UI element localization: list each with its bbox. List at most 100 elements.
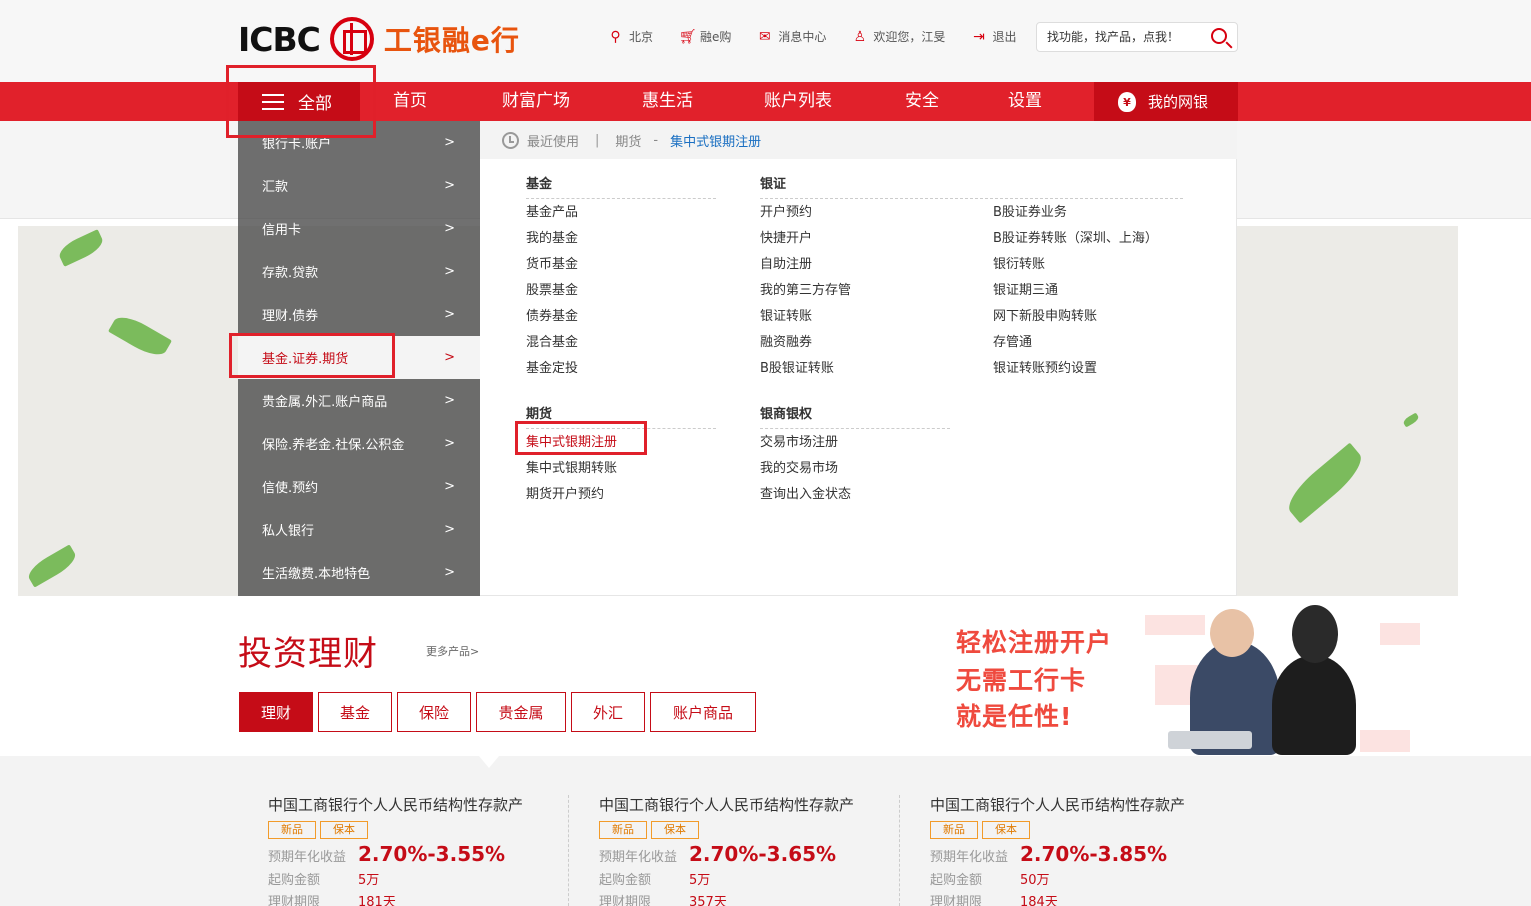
submenu-link[interactable]: 存管通 — [993, 331, 1032, 350]
logo-text-en: ICBC — [238, 19, 321, 59]
user-icon: ♙ — [853, 28, 867, 45]
category-label: 理财.债券 — [262, 309, 319, 324]
nav-wealth-square[interactable]: 财富广场 — [502, 82, 570, 121]
tab-account-commodity[interactable]: 账户商品 — [650, 692, 756, 732]
location-link[interactable]: ⚲ 北京 — [608, 28, 653, 45]
badge-guaranteed: 保本 — [651, 821, 699, 839]
message-center-link[interactable]: ✉ 消息中心 — [757, 28, 826, 45]
nav-home[interactable]: 首页 — [393, 82, 427, 121]
nav-my-ebank[interactable]: ¥ 我的网银 — [1094, 82, 1238, 121]
submenu-link[interactable]: 股票基金 — [526, 279, 578, 298]
rate-label: 预期年化收益 — [930, 850, 1009, 865]
submenu-link[interactable]: 查询出入金状态 — [760, 483, 851, 502]
submenu-link[interactable]: B股银证转账 — [760, 357, 834, 376]
logo-text-cn: 工银融e行 — [383, 24, 520, 57]
submenu-link[interactable]: 自助注册 — [760, 253, 812, 272]
term-value: 181天 — [358, 895, 396, 906]
submenu-link[interactable]: 我的基金 — [526, 227, 578, 246]
category-item[interactable]: 银行卡.账户 > — [238, 121, 480, 164]
nav-all-label: 全部 — [298, 94, 332, 114]
tab-fund[interactable]: 基金 — [318, 692, 392, 732]
product-card[interactable]: 中国工商银行个人人民币结构性存款产 新品 保本 预期年化收益 2.70%-3.85… — [930, 794, 1240, 906]
submenu-link[interactable]: 开户预约 — [760, 201, 812, 220]
category-menu: 银行卡.账户 > 汇款 > 信用卡 > 存款.贷款 > 理财.债券 > 基金.证券.期货 >… — [238, 121, 480, 596]
submenu-link[interactable]: 集中式银期转账 — [526, 457, 617, 476]
search-icon[interactable] — [1211, 28, 1227, 44]
category-item[interactable]: 汇款 > — [238, 164, 480, 207]
chevron-right-icon: > — [444, 479, 455, 494]
category-item[interactable]: 贵金属.外汇.账户商品 > — [238, 379, 480, 422]
leaf-decoration — [108, 310, 172, 362]
nav-life[interactable]: 惠生活 — [642, 82, 693, 121]
tab-insurance[interactable]: 保险 — [397, 692, 471, 732]
product-card[interactable]: 中国工商银行个人人民币结构性存款产 新品 保本 预期年化收益 2.70%-3.55… — [268, 794, 578, 906]
promo-banner[interactable]: 轻松注册开户 无需工行卡 就是任性! — [950, 605, 1420, 755]
nav-account-list[interactable]: 账户列表 — [764, 82, 832, 121]
submenu-link[interactable]: B股证券转账（深圳、上海） — [993, 227, 1158, 246]
category-item[interactable]: 信用卡 > — [238, 207, 480, 250]
category-item[interactable]: 保险.养老金.社保.公积金 > — [238, 422, 480, 465]
term-label: 理财期限 — [268, 895, 321, 906]
submenu-link[interactable]: 基金定投 — [526, 357, 578, 376]
nav-settings[interactable]: 设置 — [1008, 82, 1042, 121]
min-amount-label: 起购金额 — [930, 873, 983, 888]
logout-icon: ⇥ — [973, 28, 985, 45]
group-title-futures: 期货 — [526, 403, 716, 429]
more-products-link[interactable]: 更多产品> — [426, 643, 479, 659]
logout-link[interactable]: ⇥ 退出 — [971, 28, 1016, 45]
badge-guaranteed: 保本 — [320, 821, 368, 839]
chevron-right-icon: > — [444, 221, 455, 236]
tab-forex[interactable]: 外汇 — [571, 692, 645, 732]
rongegou-link[interactable]: 🛒︎ 融e购 — [679, 28, 731, 45]
submenu-link[interactable]: 我的第三方存管 — [760, 279, 851, 298]
location-pin-icon: ⚲ — [610, 28, 621, 45]
businessman-face — [1210, 609, 1254, 657]
product-card[interactable]: 中国工商银行个人人民币结构性存款产 新品 保本 预期年化收益 2.70%-3.65… — [599, 794, 909, 906]
businesswoman-hair — [1292, 605, 1338, 663]
submenu-link[interactable]: 银证转账 — [760, 305, 812, 324]
submenu-link-highlighted[interactable]: 集中式银期注册 — [526, 431, 617, 450]
nav-security[interactable]: 安全 — [905, 82, 939, 121]
product-name: 中国工商银行个人人民币结构性存款产 — [930, 796, 1186, 814]
submenu-link[interactable]: B股证券业务 — [993, 201, 1067, 220]
nav-all-button[interactable]: 全部 — [238, 82, 360, 121]
submenu-link[interactable]: 银证期三通 — [993, 279, 1058, 298]
submenu-link[interactable]: 银证转账预约设置 — [993, 357, 1097, 376]
submenu-link[interactable]: 快捷开户 — [760, 227, 812, 246]
category-item[interactable]: 信使.预约 > — [238, 465, 480, 508]
search-input[interactable] — [1037, 23, 1197, 51]
category-item[interactable]: 理财.债券 > — [238, 293, 480, 336]
tab-precious-metal[interactable]: 贵金属 — [476, 692, 566, 732]
group-title-securities: 银证 — [760, 173, 1183, 199]
recent-crumb[interactable]: 期货 — [615, 131, 641, 150]
submenu-link[interactable]: 基金产品 — [526, 201, 578, 220]
category-label: 生活缴费.本地特色 — [262, 567, 371, 582]
submenu-link[interactable]: 网下新股申购转账 — [993, 305, 1097, 324]
cart-icon: 🛒︎ — [679, 28, 697, 45]
location-label: 北京 — [629, 30, 654, 44]
submenu-link[interactable]: 混合基金 — [526, 331, 578, 350]
submenu-link[interactable]: 我的交易市场 — [760, 457, 838, 476]
tab-financing[interactable]: 理财 — [239, 692, 313, 732]
submenu-link[interactable]: 期货开户预约 — [526, 483, 604, 502]
group-title-commodity: 银商银权 — [760, 403, 950, 429]
submenu-link[interactable]: 融资融券 — [760, 331, 812, 350]
submenu-link[interactable]: 债券基金 — [526, 305, 578, 324]
category-item-active[interactable]: 基金.证券.期货 > — [238, 336, 480, 379]
user-welcome-label: 欢迎您，江旻 — [873, 30, 946, 44]
category-label: 保险.养老金.社保.公积金 — [262, 438, 405, 453]
submenu-link[interactable]: 银衍转账 — [993, 253, 1045, 272]
min-amount-value: 5万 — [358, 873, 380, 888]
submenu-link[interactable]: 货币基金 — [526, 253, 578, 272]
category-item[interactable]: 私人银行 > — [238, 508, 480, 551]
category-item[interactable]: 生活缴费.本地特色 > — [238, 551, 480, 594]
badge-guaranteed: 保本 — [982, 821, 1030, 839]
submenu-link[interactable]: 交易市场注册 — [760, 431, 838, 450]
category-item[interactable]: 存款.贷款 > — [238, 250, 480, 293]
user-welcome-link[interactable]: ♙ 欢迎您，江旻 — [852, 28, 946, 45]
icbc-logo[interactable]: ICBC 工银融e行 — [238, 16, 520, 62]
hamburger-menu-icon — [262, 93, 284, 110]
recent-current-link[interactable]: 集中式银期注册 — [670, 131, 761, 150]
category-label: 贵金属.外汇.账户商品 — [262, 395, 388, 410]
leaf-decoration — [24, 544, 80, 588]
